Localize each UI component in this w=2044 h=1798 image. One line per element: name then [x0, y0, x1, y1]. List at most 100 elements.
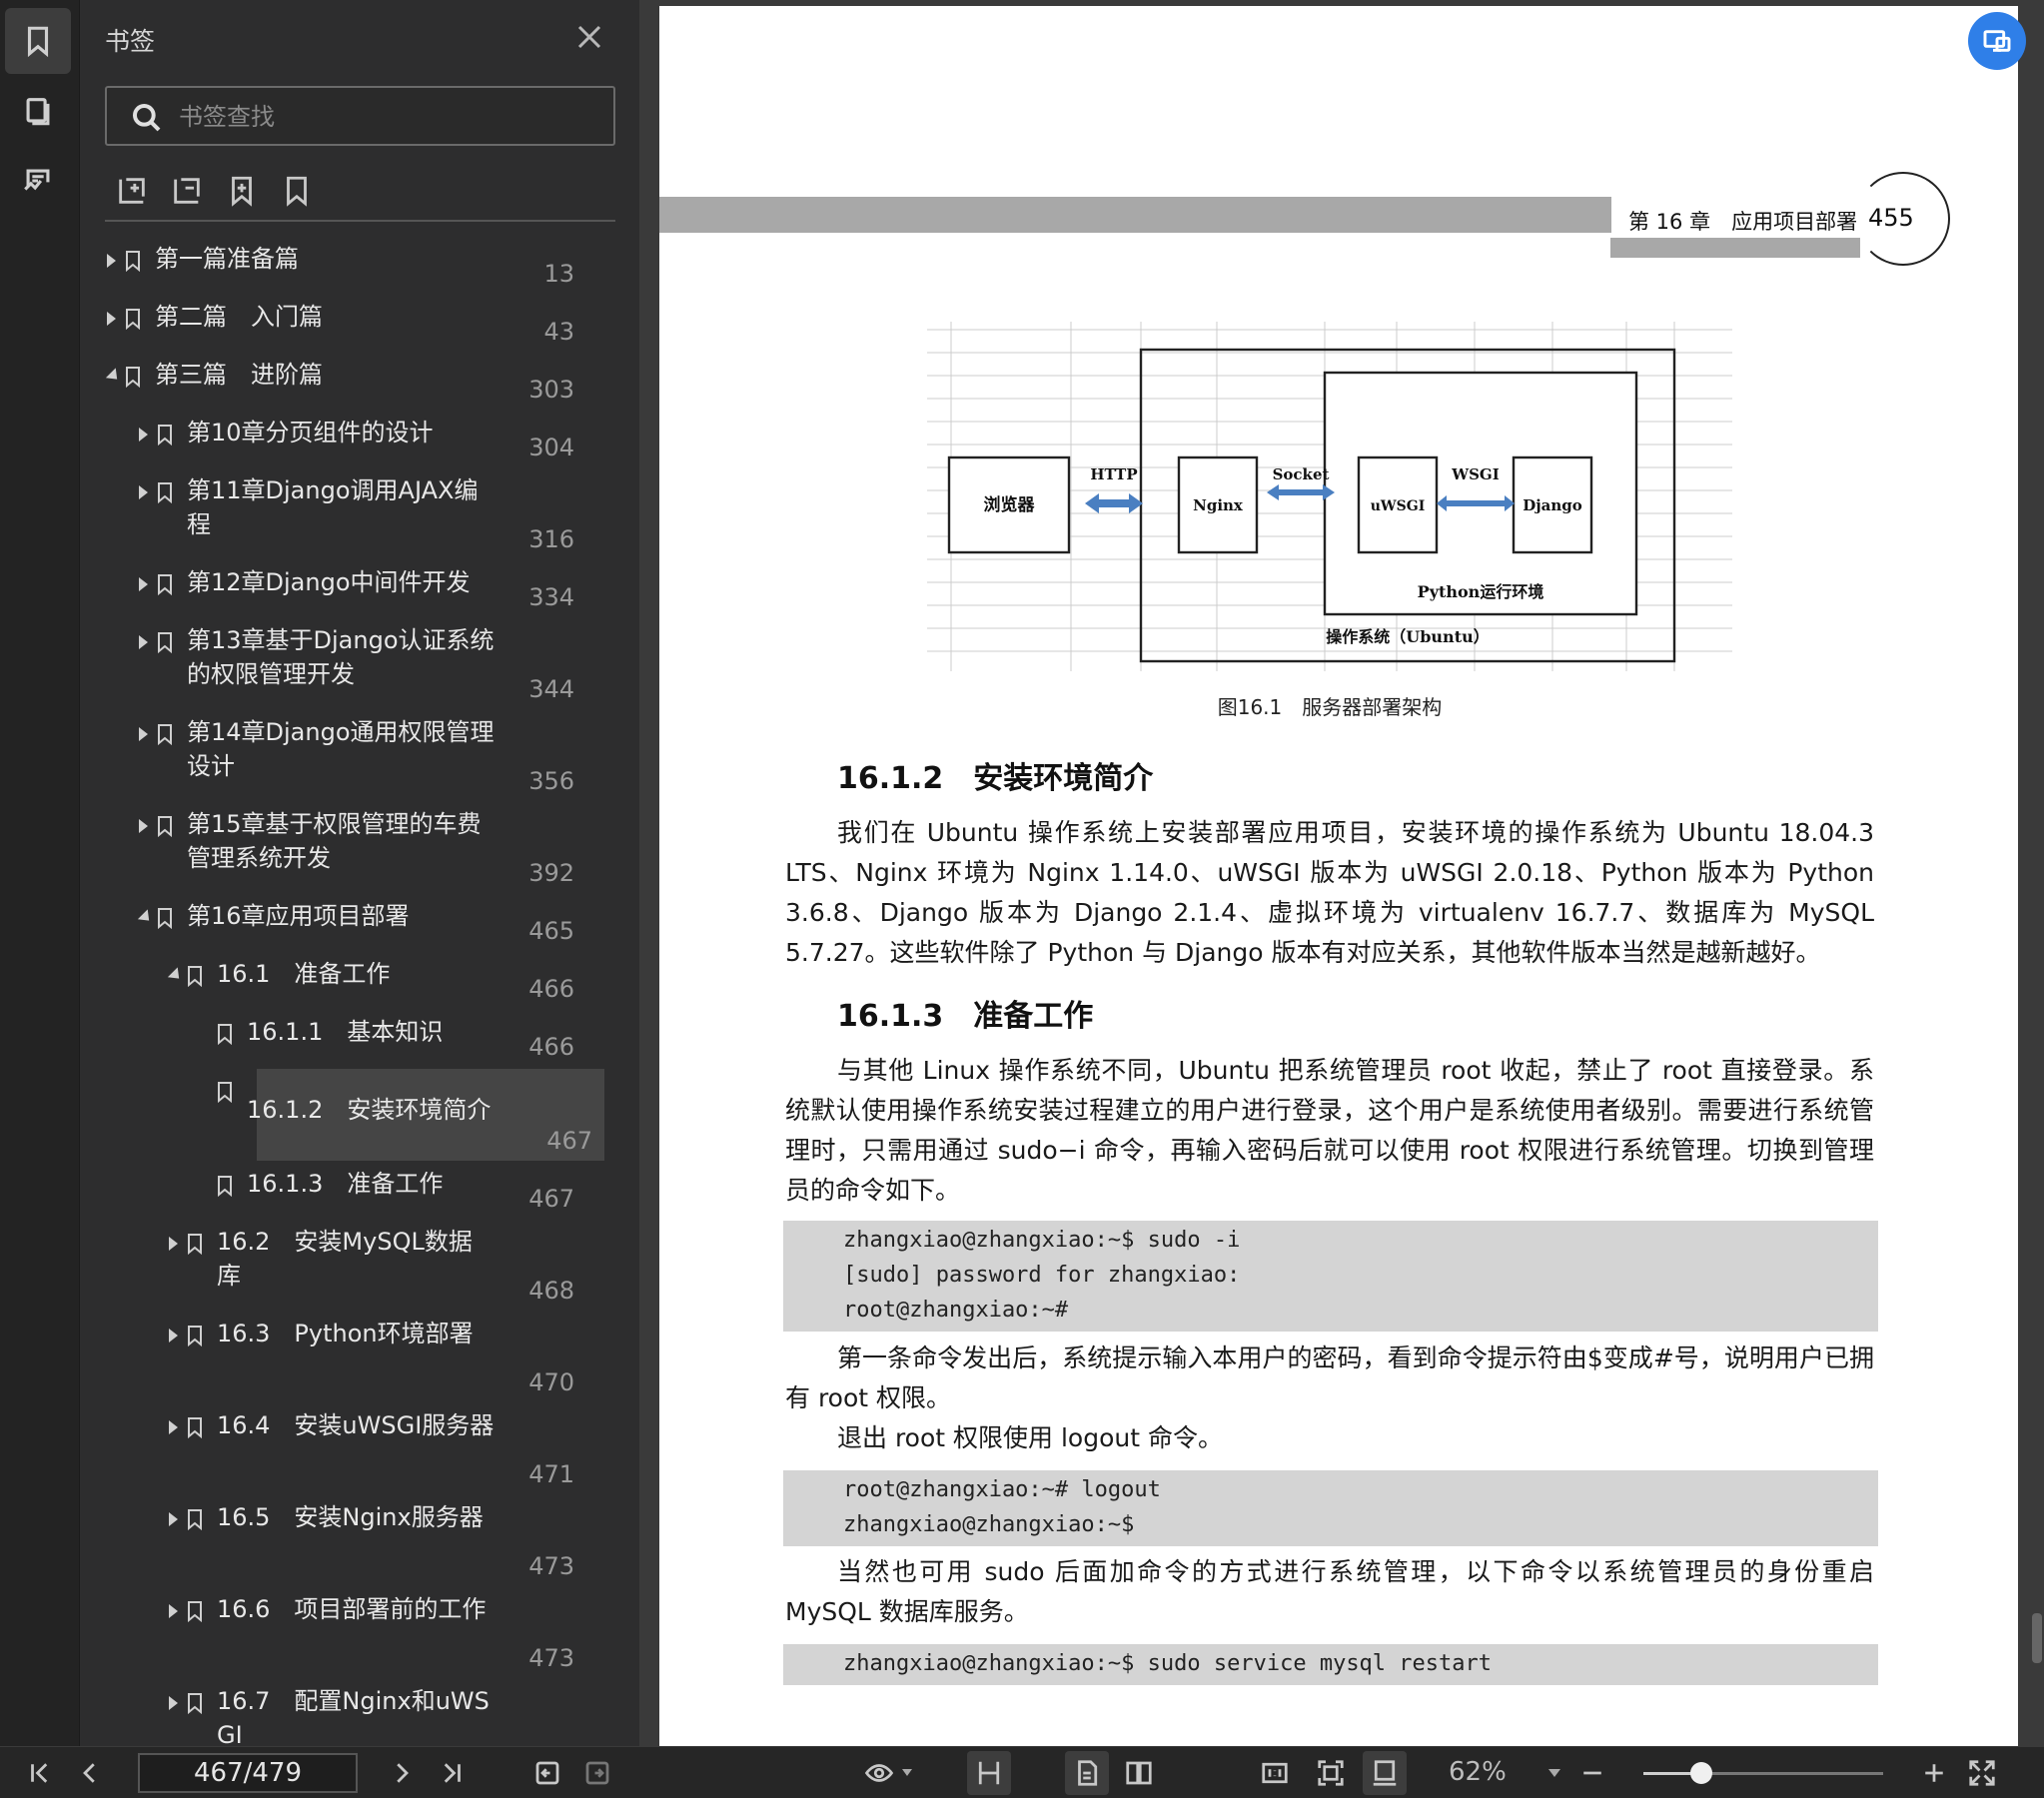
- collapse-caret-icon[interactable]: [167, 967, 185, 984]
- bookmark-item[interactable]: 16.1 准备工作 466: [105, 953, 604, 1009]
- search-icon: [133, 104, 161, 132]
- expand-caret-icon[interactable]: [169, 1329, 178, 1343]
- bookmark-icon: [125, 366, 141, 389]
- next-page-button[interactable]: [384, 1755, 420, 1791]
- code-block-logout: root@zhangxiao:~# logout zhangxiao@zhang…: [783, 1470, 1878, 1546]
- first-page-button[interactable]: [22, 1755, 58, 1791]
- expand-caret-icon[interactable]: [139, 635, 148, 649]
- zoom-in-button[interactable]: [1916, 1755, 1952, 1791]
- thumbnail-panel-button[interactable]: [5, 78, 71, 144]
- bookmark-item[interactable]: 第11章Django调用AJAX编 程 316: [105, 469, 604, 559]
- os-label: 操作系统（Ubuntu）: [1326, 627, 1489, 646]
- close-icon: [577, 25, 601, 49]
- bookmark-page-number: 43: [543, 318, 574, 346]
- bookmark-item[interactable]: 第二篇 入门篇 43: [105, 296, 604, 352]
- close-panel-button[interactable]: [574, 22, 604, 52]
- fit-page-icon: [1318, 1760, 1344, 1786]
- bookmark-item[interactable]: 16.1.2 安装环境简介 467: [218, 1069, 604, 1161]
- zoom-out-button[interactable]: [1574, 1755, 1610, 1791]
- expand-caret-icon[interactable]: [107, 312, 116, 326]
- pages-icon: [26, 98, 50, 126]
- bookmark-search-input[interactable]: [179, 98, 598, 136]
- collapse-caret-icon[interactable]: [137, 909, 155, 926]
- expand-caret-icon[interactable]: [139, 577, 148, 591]
- continuous-scroll-icon: [978, 1761, 1000, 1785]
- bookmark-item[interactable]: 16.3 Python环境部署 470: [105, 1313, 604, 1402]
- bookmark-icon: [187, 1600, 203, 1623]
- bookmark-page-number: 467: [528, 1185, 574, 1213]
- expand-caret-icon[interactable]: [139, 485, 148, 499]
- panel-title: 书签: [105, 27, 156, 56]
- bookmark-item[interactable]: 16.6 项目部署前的工作 473: [105, 1588, 604, 1678]
- expand-caret-icon[interactable]: [107, 254, 116, 268]
- bookmark-page-number: 471: [528, 1460, 574, 1488]
- bookmark-item[interactable]: 第13章基于Django认证系统 的权限管理开发 344: [105, 619, 604, 709]
- add-bookmark-button[interactable]: [115, 174, 155, 214]
- fullscreen-button[interactable]: [1964, 1755, 2000, 1791]
- socket-arrow: [1267, 484, 1335, 500]
- previous-page-button[interactable]: [72, 1755, 108, 1791]
- bookmark-item[interactable]: 16.7 配置Nginx和uWS GI: [105, 1680, 604, 1746]
- expand-caret-icon[interactable]: [139, 727, 148, 741]
- bookmark-item[interactable]: 第12章Django中间件开发 334: [105, 561, 604, 617]
- remove-bookmark-button[interactable]: [170, 174, 210, 214]
- architecture-diagram: 浏览器 HTTP Nginx Socket uWSGI WSGI Django …: [927, 322, 1732, 671]
- bookmark-icon: [187, 1325, 203, 1348]
- actual-size-button[interactable]: [1257, 1755, 1293, 1791]
- bookmark-item[interactable]: 16.1.1 基本知识 466: [105, 1011, 604, 1067]
- bookmark-item[interactable]: 第15章基于权限管理的车费 管理系统开发 392: [105, 803, 604, 893]
- expand-caret-icon[interactable]: [139, 428, 148, 442]
- fit-page-button[interactable]: [1313, 1755, 1349, 1791]
- document-scrollbar-thumb[interactable]: [2032, 1613, 2042, 1663]
- expand-caret-icon[interactable]: [169, 1237, 178, 1251]
- zoom-slider[interactable]: [1643, 1762, 1883, 1784]
- header-bar: [659, 197, 1611, 233]
- bookmark-item[interactable]: 第10章分页组件的设计 304: [105, 412, 604, 467]
- django-label: Django: [1523, 496, 1582, 514]
- zoom-level[interactable]: 62%: [1449, 1757, 1507, 1787]
- bookmark-item[interactable]: 16.4 安装uWSGI服务器 471: [105, 1404, 604, 1494]
- forward-button[interactable]: [579, 1755, 615, 1791]
- bookmark-item[interactable]: 第16章应用项目部署 465: [105, 895, 604, 951]
- code-block-sudo: zhangxiao@zhangxiao:~$ sudo -i [sudo] pa…: [783, 1221, 1878, 1332]
- expand-caret-icon[interactable]: [139, 819, 148, 833]
- bookmark-icon: [187, 1233, 203, 1256]
- bookmark-icon: [187, 965, 203, 988]
- expand-caret-icon[interactable]: [169, 1604, 178, 1618]
- running-header-page-number: 455: [1868, 204, 1914, 232]
- bookmark-item[interactable]: 16.1.3 准备工作 467: [105, 1163, 604, 1219]
- bookmark-page-number: 473: [528, 1644, 574, 1672]
- bookmark-item[interactable]: 第三篇 进阶篇 303: [105, 354, 604, 410]
- reading-mode-button[interactable]: [861, 1755, 897, 1791]
- bookmark-item[interactable]: 第14章Django通用权限管理 设计 356: [105, 711, 604, 801]
- zoom-dropdown[interactable]: [1548, 1769, 1560, 1777]
- last-page-button[interactable]: [434, 1755, 470, 1791]
- bookmark-icon: [157, 631, 173, 654]
- bookmark-item[interactable]: 16.5 安装Nginx服务器 473: [105, 1496, 604, 1586]
- bookmark-panel-button[interactable]: [5, 8, 71, 74]
- zoom-slider-thumb[interactable]: [1689, 1762, 1712, 1784]
- fit-width-button[interactable]: [1363, 1751, 1407, 1795]
- continuous-scroll-button[interactable]: [967, 1751, 1011, 1795]
- floating-tool-button[interactable]: [1968, 12, 2026, 70]
- bookmark-label: 16.1.1 基本知识: [247, 1018, 444, 1046]
- bookmark-item[interactable]: 16.2 安装MySQL数据 库 468: [105, 1221, 604, 1311]
- two-page-button[interactable]: [1121, 1755, 1157, 1791]
- expand-caret-icon[interactable]: [169, 1696, 178, 1710]
- bookmark-properties-button[interactable]: [280, 174, 320, 214]
- expand-caret-icon[interactable]: [169, 1512, 178, 1526]
- collapse-caret-icon[interactable]: [105, 368, 123, 385]
- reading-mode-dropdown[interactable]: [902, 1769, 912, 1776]
- page-number-field[interactable]: 467/479: [138, 1753, 358, 1793]
- pdf-page: 第 16 章 应用项目部署 455 浏览器 HTTP Nginx Socket …: [659, 6, 2018, 1746]
- bookmark-page-number: 466: [528, 1033, 574, 1061]
- annotation-panel-button[interactable]: [5, 148, 71, 214]
- single-page-button[interactable]: [1065, 1751, 1109, 1795]
- remove-bookmark-icon: [174, 178, 200, 204]
- bookmark-label: 第三篇 进阶篇: [155, 361, 323, 389]
- bookmark-item[interactable]: 第一篇准备篇 13: [105, 238, 604, 294]
- bookmark-tree: 第一篇准备篇 13 第二篇 入门篇 43 第三篇 进阶篇 303 第10章分页组件的设计 30…: [105, 238, 624, 1746]
- back-button[interactable]: [529, 1755, 565, 1791]
- expand-caret-icon[interactable]: [169, 1420, 178, 1434]
- add-child-bookmark-button[interactable]: [225, 174, 265, 214]
